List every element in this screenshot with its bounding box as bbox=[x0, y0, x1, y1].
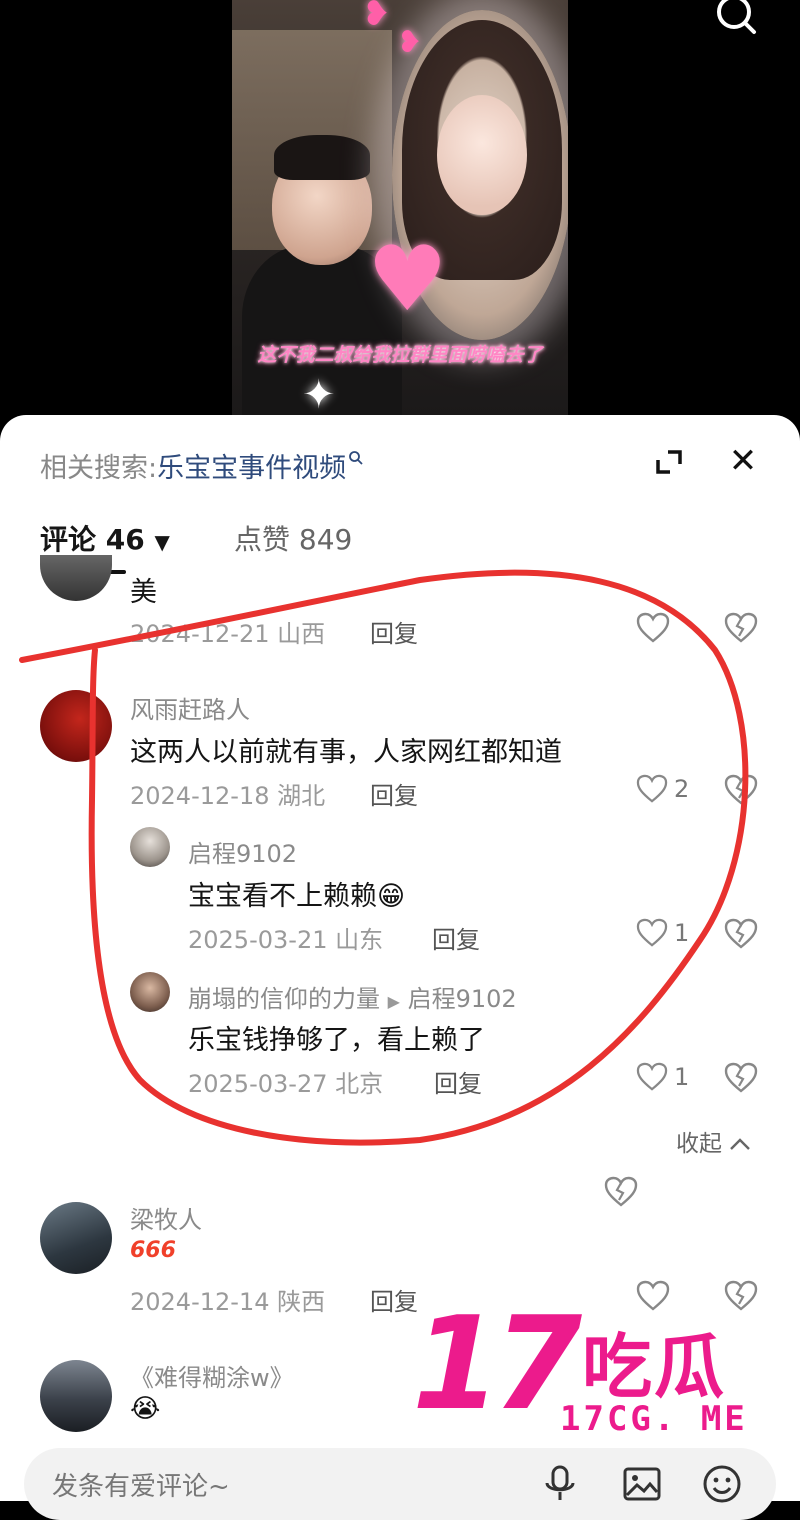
comment-date-location: 2024-12-18 湖北 bbox=[130, 782, 326, 810]
reply-button[interactable]: 回复 bbox=[432, 920, 480, 955]
comment-date-location: 2024-12-21 山西 bbox=[130, 620, 326, 648]
reply-button[interactable]: 回复 bbox=[370, 1282, 418, 1317]
dislike-icon[interactable] bbox=[724, 918, 758, 950]
tab-comments-label: 评论 46 bbox=[40, 523, 145, 556]
related-search-label: 相关搜索: bbox=[40, 453, 158, 484]
dislike-icon[interactable] bbox=[724, 774, 758, 806]
search-icon[interactable] bbox=[710, 0, 760, 42]
chevron-up-icon bbox=[730, 1138, 751, 1150]
comment-username[interactable]: 风雨赶路人 bbox=[130, 690, 250, 725]
comment-username[interactable]: 崩塌的信仰的力量 ▶ 启程9102 bbox=[188, 979, 517, 1014]
like-count: 1 bbox=[674, 1063, 690, 1091]
comment-text: 这两人以前就有事，人家网红都知道 bbox=[130, 737, 562, 768]
sparkle-icon: ✦ bbox=[302, 372, 336, 415]
dislike-icon[interactable] bbox=[724, 612, 758, 644]
collapse-label: 收起 bbox=[676, 1131, 722, 1157]
reply-button[interactable]: 回复 bbox=[434, 1064, 482, 1099]
comment-sheet bbox=[0, 415, 800, 1501]
comment-sticker: 666 bbox=[130, 1238, 176, 1263]
like-button[interactable]: 2 bbox=[636, 774, 689, 804]
comment-username[interactable]: 《难得糊涂w》 bbox=[130, 1358, 294, 1393]
bird-sticker-icon: ❥ bbox=[397, 25, 423, 60]
heart-sticker-icon: ♥ bbox=[367, 227, 448, 332]
video-caption: 这不我二叔给我拉群里面唠嗑去了 bbox=[257, 344, 543, 366]
comment-text: 乐宝钱挣够了，看上赖了 bbox=[188, 1025, 485, 1056]
heart-like-icon[interactable] bbox=[636, 612, 670, 644]
heart-like-icon bbox=[636, 918, 668, 947]
avatar[interactable] bbox=[130, 827, 170, 867]
related-search[interactable]: 相关搜索:乐宝宝事件视频 bbox=[40, 446, 364, 485]
like-button[interactable]: 1 bbox=[636, 1062, 689, 1092]
reply-button[interactable]: 回复 bbox=[370, 776, 418, 811]
comment-text: 宝宝看不上赖赖😁 bbox=[188, 881, 406, 912]
comment-username[interactable]: 梁牧人 bbox=[130, 1200, 202, 1235]
avatar[interactable] bbox=[130, 972, 170, 1012]
comment-date-location: 2025-03-27 北京 bbox=[188, 1070, 384, 1098]
like-count: 1 bbox=[674, 919, 690, 947]
heart-like-icon[interactable] bbox=[636, 1280, 670, 1312]
woman-face bbox=[437, 95, 527, 215]
comment-username[interactable]: 启程9102 bbox=[188, 834, 297, 869]
reply-button[interactable]: 回复 bbox=[370, 614, 418, 649]
like-count: 2 bbox=[674, 775, 690, 803]
avatar[interactable] bbox=[40, 690, 112, 762]
collapse-replies-button[interactable]: 收起 bbox=[676, 1124, 751, 1158]
avatar[interactable] bbox=[40, 1202, 112, 1274]
heart-like-icon bbox=[636, 774, 668, 803]
comment-date-location: 2024-12-14 陕西 bbox=[130, 1288, 326, 1316]
heart-like-icon bbox=[636, 1062, 668, 1091]
video-frame: ❥ ❥ ♥ ✦ 这不我二叔给我拉群里面唠嗑去了 bbox=[232, 0, 568, 415]
reply-target[interactable]: 启程9102 bbox=[408, 985, 517, 1013]
microphone-icon[interactable] bbox=[538, 1462, 582, 1506]
comment-emoji: 😭 bbox=[130, 1394, 161, 1424]
search-small-icon bbox=[349, 451, 363, 465]
tab-comments[interactable]: 评论 46 ▼ bbox=[40, 518, 170, 558]
man-hair bbox=[274, 135, 370, 180]
bird-sticker-icon: ❥ bbox=[362, 0, 391, 34]
image-icon[interactable] bbox=[620, 1462, 664, 1506]
close-icon[interactable]: ✕ bbox=[724, 442, 762, 480]
emoji-icon[interactable] bbox=[700, 1462, 744, 1506]
dislike-icon[interactable] bbox=[604, 1176, 638, 1208]
dislike-icon[interactable] bbox=[724, 1062, 758, 1094]
reply-author[interactable]: 崩塌的信仰的力量 bbox=[188, 985, 380, 1013]
like-button[interactable]: 1 bbox=[636, 918, 689, 948]
comment-date-location: 2025-03-21 山东 bbox=[188, 926, 384, 954]
expand-icon[interactable] bbox=[648, 446, 688, 480]
related-search-keyword[interactable]: 乐宝宝事件视频 bbox=[157, 453, 346, 484]
avatar[interactable] bbox=[40, 1360, 112, 1432]
chevron-down-icon: ▼ bbox=[154, 530, 170, 554]
reply-arrow-icon: ▶ bbox=[387, 992, 400, 1011]
comment-text: 美 bbox=[130, 577, 157, 608]
video-player[interactable]: ❥ ❥ ♥ ✦ 这不我二叔给我拉群里面唠嗑去了 bbox=[0, 0, 800, 430]
dislike-icon[interactable] bbox=[724, 1280, 758, 1312]
comment-input[interactable]: 发条有爱评论~ bbox=[52, 1466, 230, 1503]
tab-likes[interactable]: 点赞 849 bbox=[234, 518, 352, 558]
